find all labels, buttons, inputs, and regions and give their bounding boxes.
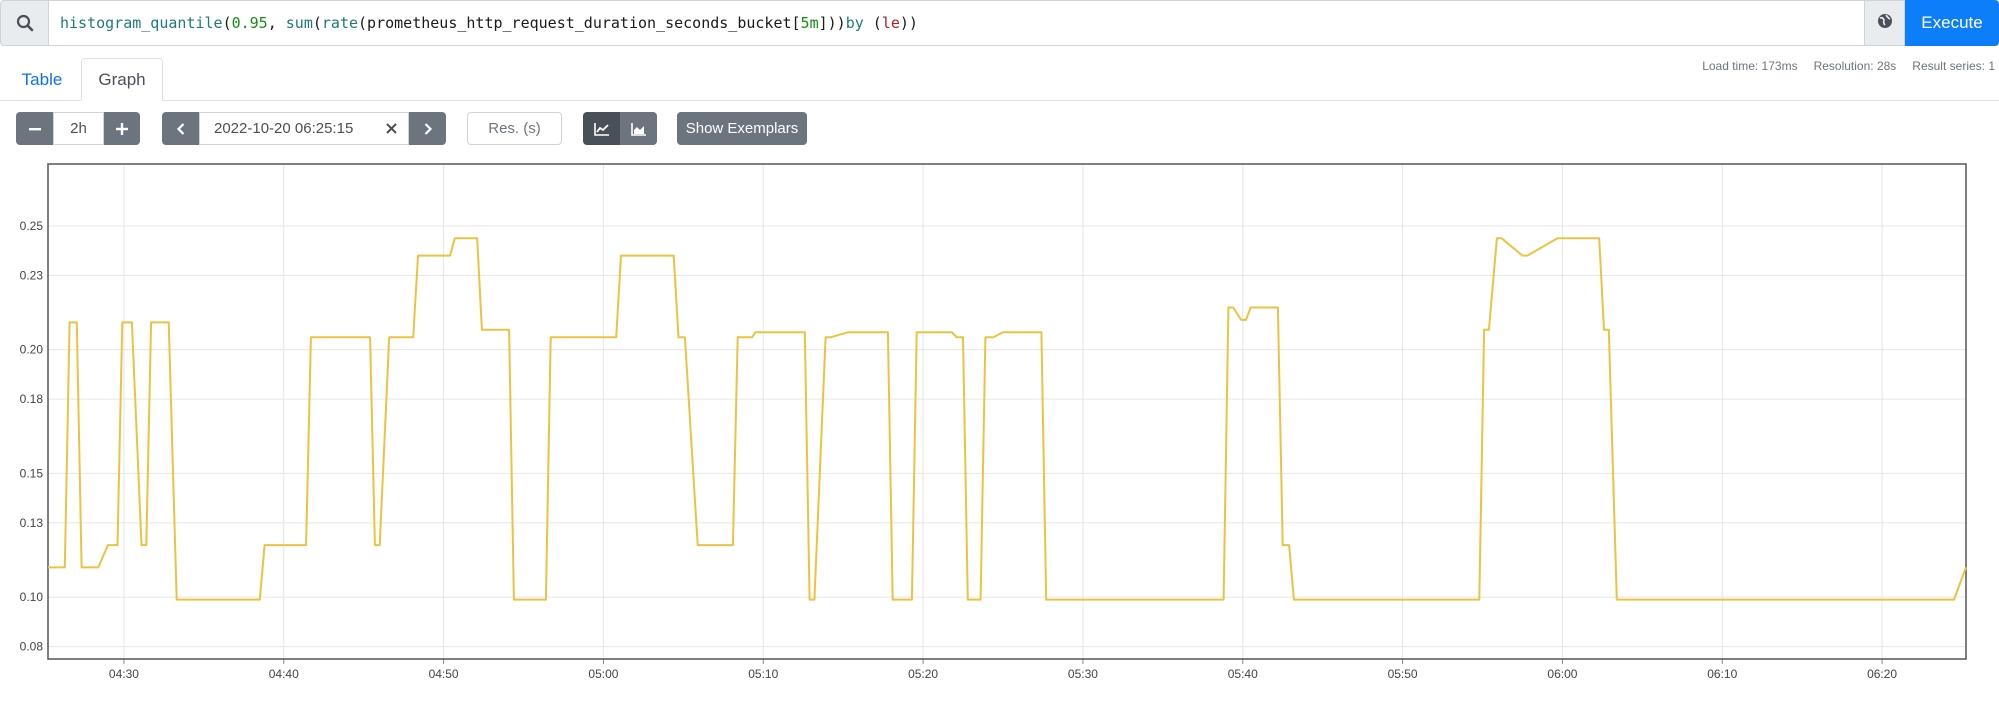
- resolution-stat: Resolution: 28s: [1813, 59, 1897, 73]
- x-tick-label: 05:20: [908, 667, 938, 681]
- execute-button[interactable]: Execute: [1905, 0, 1999, 46]
- end-time-forward-button[interactable]: [409, 112, 446, 145]
- x-tick-label: 05:50: [1388, 667, 1418, 681]
- query-token: (prometheus_http_request_duration_second…: [358, 14, 801, 32]
- x-tick-label: 06:20: [1867, 667, 1897, 681]
- minus-icon: [28, 127, 41, 130]
- area-chart-icon: [630, 122, 646, 136]
- query-token: ])): [818, 14, 846, 32]
- query-token: ,: [267, 14, 286, 32]
- tab-graph[interactable]: Graph: [81, 58, 163, 101]
- query-token: rate: [321, 14, 359, 32]
- query-token: (: [222, 14, 232, 32]
- x-tick-label: 04:50: [429, 667, 459, 681]
- y-tick-label: 0.28: [20, 157, 44, 159]
- tab-table[interactable]: Table: [10, 58, 74, 101]
- query-token: (: [863, 14, 882, 32]
- y-tick-label: 0.20: [20, 343, 44, 357]
- y-tick-label: 0.23: [20, 268, 44, 282]
- y-tick-label: 0.25: [20, 219, 44, 233]
- load-time: Load time: 173ms: [1702, 59, 1798, 73]
- x-tick-label: 04:40: [269, 667, 299, 681]
- y-tick-label: 0.13: [20, 516, 44, 530]
- query-token: 0.95: [231, 14, 268, 32]
- y-tick-label: 0.10: [20, 590, 44, 604]
- show-exemplars-button[interactable]: Show Exemplars: [677, 112, 807, 145]
- unstacked-chart-button[interactable]: [583, 112, 620, 145]
- range-input[interactable]: 2h: [53, 112, 104, 145]
- query-bar: histogram_quantile(0.95, sum(rate (promet…: [0, 0, 1999, 48]
- metrics-explorer-button[interactable]: [1864, 0, 1905, 46]
- expression-input[interactable]: histogram_quantile(0.95, sum(rate (promet…: [48, 0, 1864, 46]
- line-chart-icon: [593, 122, 609, 136]
- series-line[interactable]: [48, 237, 1967, 601]
- query-token: )): [899, 14, 918, 32]
- plus-icon: [116, 122, 128, 135]
- line-chart[interactable]: 0.08 0.10 0.13 0.15 0.18 0.20 0.23 0.25 0.28 04:3…: [0, 145, 1999, 697]
- x-tick-label: 06:00: [1547, 667, 1577, 681]
- globe-icon: [1877, 13, 1893, 34]
- query-token: 5m: [800, 14, 819, 32]
- tab-divider: [0, 100, 1999, 101]
- y-tick-label: 0.18: [20, 392, 44, 406]
- x-tick-label: 06:10: [1707, 667, 1737, 681]
- graph-panel: 0.08 0.10 0.13 0.15 0.18 0.20 0.23 0.25 0.28 04:3…: [0, 145, 1999, 697]
- y-tick-label: 0.08: [20, 640, 44, 654]
- end-time-back-button[interactable]: [162, 112, 199, 145]
- x-tick-label: 05:10: [748, 667, 778, 681]
- close-icon: [385, 123, 397, 134]
- query-token: sum: [285, 14, 313, 32]
- query-token: (: [312, 14, 322, 32]
- x-tick-label: 05:30: [1068, 667, 1098, 681]
- x-tick-label: 04:30: [109, 667, 139, 681]
- stacked-chart-button[interactable]: [620, 112, 657, 145]
- result-series: Result series: 1: [1912, 59, 1995, 73]
- x-tick-label: 05:00: [588, 667, 618, 681]
- query-stats: Load time: 173ms Resolution: 28s Result …: [1702, 59, 1995, 73]
- range-increase-button[interactable]: [104, 112, 140, 145]
- range-decrease-button[interactable]: [16, 112, 53, 145]
- query-token: histogram_quantile: [60, 14, 223, 32]
- plot-frame: [47, 163, 1967, 660]
- query-token: by: [845, 14, 864, 32]
- search-icon: [0, 0, 49, 46]
- y-tick-label: 0.15: [20, 466, 44, 480]
- chevron-left-icon: [176, 122, 184, 135]
- chevron-right-icon: [424, 122, 432, 135]
- query-token: le: [881, 14, 900, 32]
- x-tick-label: 05:40: [1228, 667, 1258, 681]
- resolution-input[interactable]: Res. (s): [467, 112, 562, 145]
- clear-end-time-button[interactable]: [376, 112, 406, 145]
